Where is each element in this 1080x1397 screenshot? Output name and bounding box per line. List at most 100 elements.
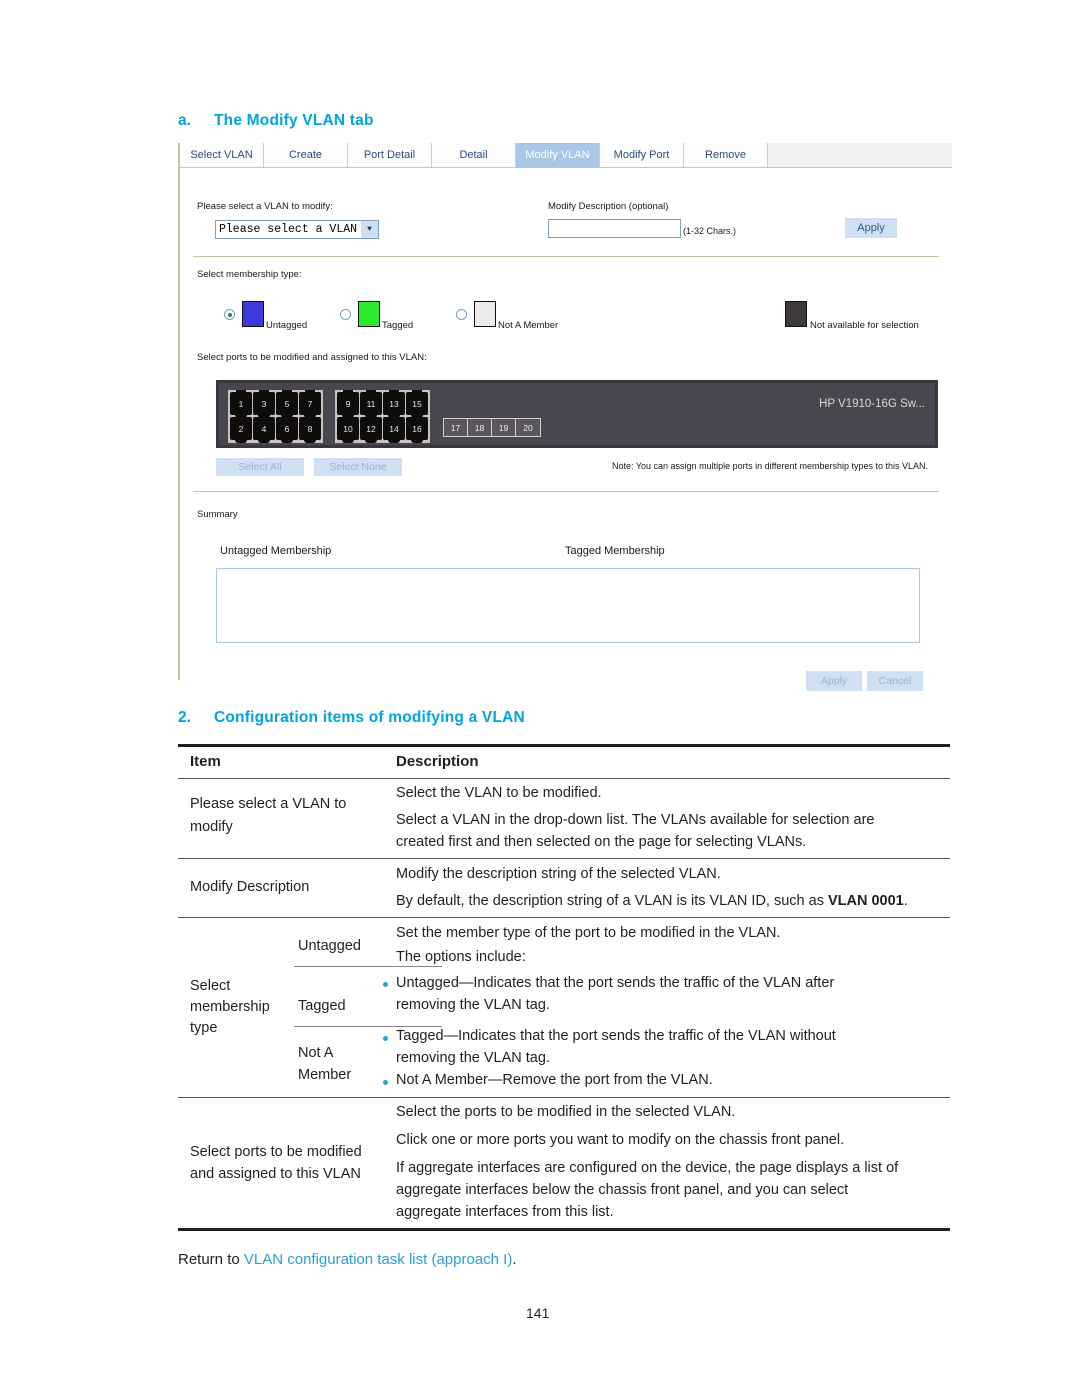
bullet-icon-2 [383,1036,388,1041]
port-group-1[interactable]: 1 3 5 7 2 4 6 8 [228,390,323,443]
row2-desc-bold: VLAN 0001 [827,893,904,909]
tab-remove[interactable]: Remove [684,143,768,167]
tab-bar: Select VLAN Create Port Detail Detail Mo… [180,143,952,168]
port-12[interactable]: 12 [360,415,382,443]
port-17[interactable]: 17 [444,419,468,436]
return-suffix: . [512,1251,517,1268]
label-not-available: Not available for selection [810,320,919,331]
row1-item-line2: modify [190,819,233,835]
row2-desc-text: By default, the description string of a … [396,893,828,909]
table-header-item: Item [190,753,221,770]
section-2-marker: 2. [178,709,191,726]
port-4[interactable]: 4 [253,415,275,443]
row2-desc-period: . [903,893,908,909]
chassis-front-panel[interactable]: 1 3 5 7 2 4 6 8 9 11 13 15 10 12 14 16 1… [216,380,938,448]
port-10[interactable]: 10 [337,415,359,443]
port-8[interactable]: 8 [299,415,321,443]
apply-button[interactable]: Apply [806,671,862,691]
row3-bullet2-line1: Tagged—Indicates that the port sends the… [396,1028,836,1044]
port-19[interactable]: 19 [492,419,516,436]
vlan-modify-form: Please select a VLAN to modify: Please s… [180,168,952,691]
apply-description-button[interactable]: Apply [845,218,897,238]
swatch-untagged[interactable] [242,301,264,327]
return-link[interactable]: VLAN configuration task list (approach I… [244,1251,512,1268]
swatch-not-a-member[interactable] [474,301,496,327]
port-1[interactable]: 1 [230,390,252,418]
summary-label: Summary [197,509,238,520]
row1-bottom-rule [178,858,950,859]
tab-bar-filler [768,143,952,167]
chars-hint: (1-32 Chars.) [683,226,737,236]
tab-select-vlan[interactable]: Select VLAN [180,143,264,167]
port-9[interactable]: 9 [337,390,359,418]
port-7[interactable]: 7 [299,390,321,418]
select-ports-label: Select ports to be modified and assigned… [197,352,427,363]
port-6[interactable]: 6 [276,415,298,443]
section-2-title: Configuration items of modifying a VLAN [214,709,525,726]
ports-note: Note: You can assign multiple ports in d… [612,461,929,471]
row3-desc-line1: Set the member type of the port to be mo… [396,925,781,941]
port-20[interactable]: 20 [516,419,540,436]
membership-type-label: Select membership type: [197,269,302,280]
tab-create[interactable]: Create [264,143,348,167]
row3-item-line2: membership [190,999,270,1015]
radio-not-a-member[interactable] [456,309,467,320]
row4-desc-line2: Click one or more ports you want to modi… [396,1132,845,1148]
select-all-button[interactable]: Select All [216,458,304,476]
row3-bullet2-line2: removing the VLAN tag. [396,1050,550,1066]
divider-1 [193,256,939,257]
sfp-port-group[interactable]: 17 18 19 20 [443,418,541,437]
swatch-tagged[interactable] [358,301,380,327]
port-11[interactable]: 11 [360,390,382,418]
row4-desc-line5: aggregate interfaces from this list. [396,1204,614,1220]
section-a-marker: a. [178,112,191,129]
row4-item-line2: and assigned to this VLAN [190,1166,361,1182]
divider-2 [193,491,939,492]
row3-bullet1-line2: removing the VLAN tag. [396,997,550,1013]
select-vlan-dropdown[interactable]: Please select a VLAN I ▼ [215,220,379,239]
row4-desc-line1: Select the ports to be modified in the s… [396,1104,736,1120]
row2-item: Modify Description [190,879,310,895]
radio-tagged[interactable] [340,309,351,320]
port-13[interactable]: 13 [383,390,405,418]
row3-sub-member: Member [298,1067,352,1083]
port-15[interactable]: 15 [406,390,428,418]
row3-desc-line2: The options include: [396,949,526,965]
row3-sub-not-a: Not A [298,1045,334,1061]
label-not-a-member: Not A Member [498,320,559,331]
modify-description-input[interactable] [548,219,681,238]
row1-item-line1: Please select a VLAN to [190,796,347,812]
chassis-model-label: HP V1910-16G Sw... [819,398,925,410]
document-page: a. The Modify VLAN tab Select VLAN Creat… [0,0,1080,1397]
port-5[interactable]: 5 [276,390,298,418]
row3-sub-tagged: Tagged [298,998,346,1014]
port-3[interactable]: 3 [253,390,275,418]
row2-bottom-rule [178,917,950,918]
row3-bullet1-line1: Untagged—Indicates that the port sends t… [396,975,835,991]
port-18[interactable]: 18 [468,419,492,436]
tab-modify-vlan[interactable]: Modify VLAN [516,143,600,167]
row4-item-line1: Select ports to be modified [190,1144,362,1160]
port-group-2[interactable]: 9 11 13 15 10 12 14 16 [335,390,430,443]
vlan-modify-screenshot: Select VLAN Create Port Detail Detail Mo… [178,143,952,691]
row3-bullet3-line1: Not A Member—Remove the port from the VL… [396,1072,713,1088]
port-14[interactable]: 14 [383,415,405,443]
return-to-line: Return to VLAN configuration task list (… [178,1251,517,1268]
port-16[interactable]: 16 [406,415,428,443]
row2-desc-line2: By default, the description string of a … [396,890,908,912]
tab-modify-port[interactable]: Modify Port [600,143,684,167]
tagged-membership-label: Tagged Membership [565,545,665,557]
port-2[interactable]: 2 [230,415,252,443]
bullet-icon-3 [383,1080,388,1085]
radio-untagged[interactable] [224,309,235,320]
table-bottom-rule [178,1228,950,1231]
tab-detail[interactable]: Detail [432,143,516,167]
tab-port-detail[interactable]: Port Detail [348,143,432,167]
row4-desc-line4: aggregate interfaces below the chassis f… [396,1182,849,1198]
row1-desc-line1: Select the VLAN to be modified. [396,785,602,801]
select-none-button[interactable]: Select None [314,458,402,476]
cancel-button[interactable]: Cancel [867,671,923,691]
summary-textarea[interactable] [216,568,920,643]
row1-desc-line2: Select a VLAN in the drop-down list. The… [396,812,875,828]
chevron-down-icon[interactable]: ▼ [361,221,378,238]
